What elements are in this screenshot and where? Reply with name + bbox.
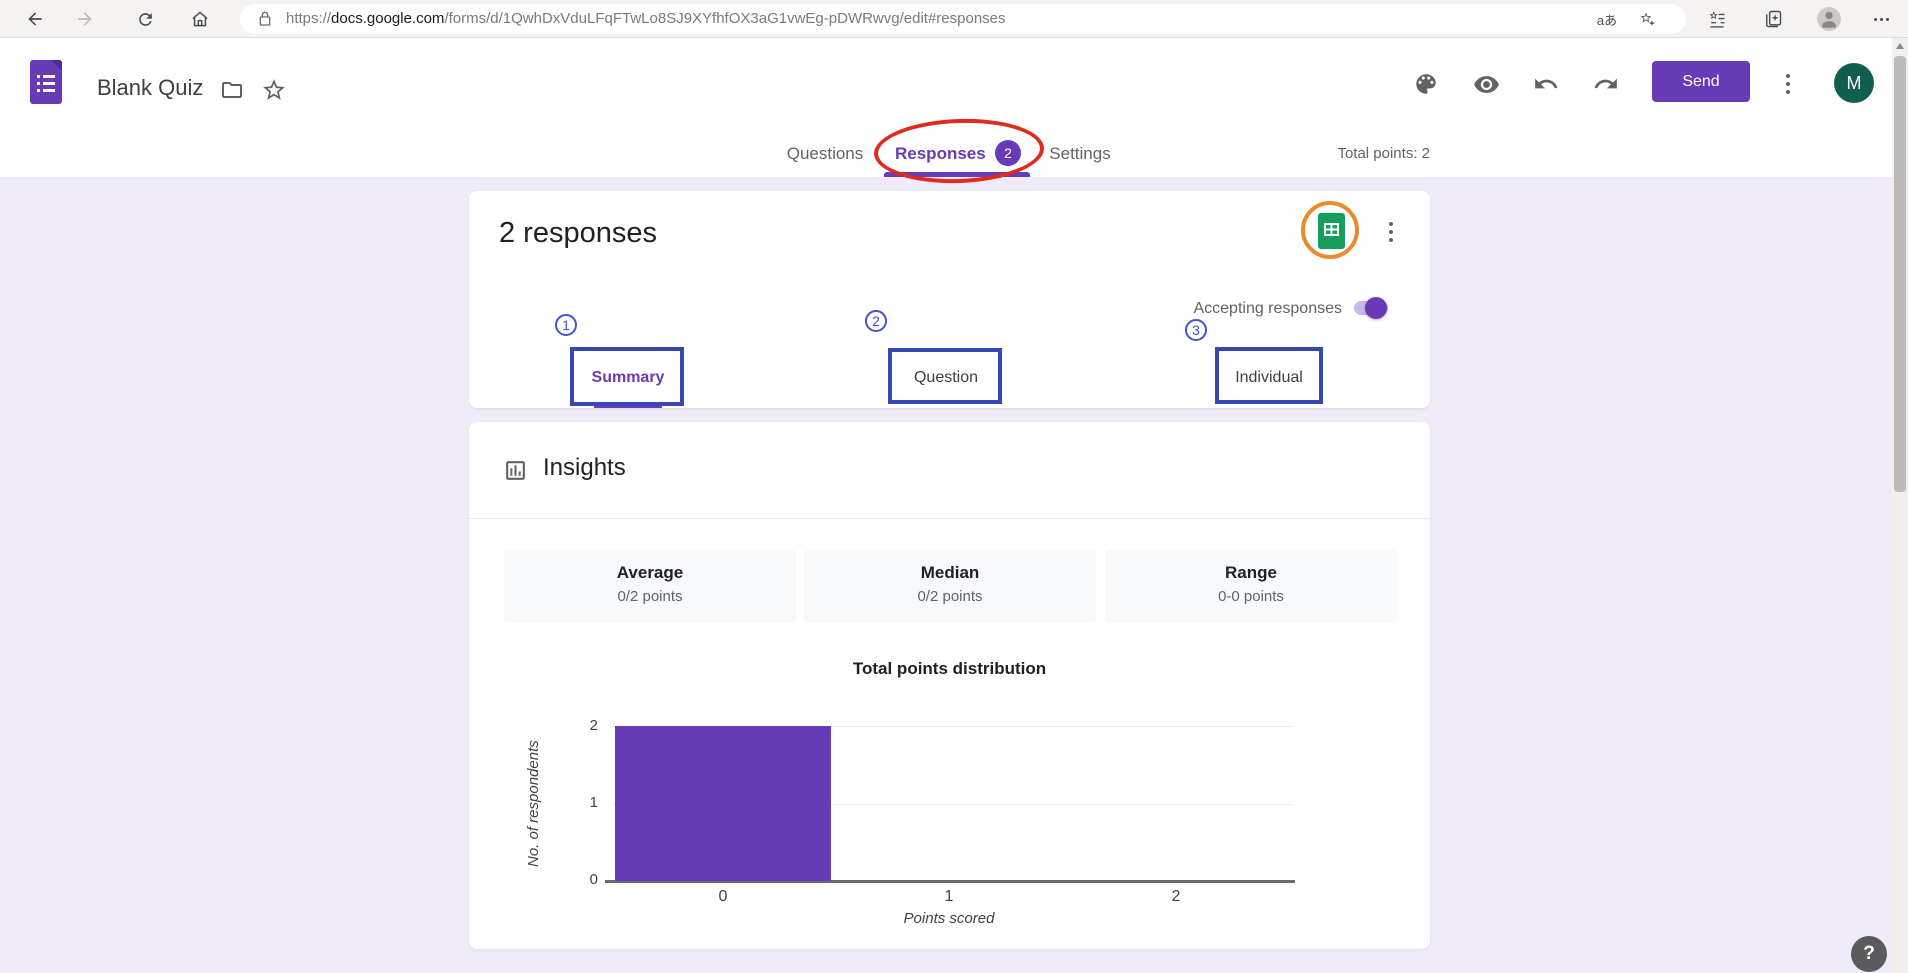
theme-palette-button[interactable] (1410, 68, 1442, 100)
insights-divider (469, 518, 1430, 519)
y-tick: 2 (554, 717, 598, 734)
stat-median: Median 0/2 points (804, 550, 1096, 623)
accepting-responses-label: Accepting responses (1100, 300, 1342, 318)
y-tick: 0 (554, 871, 598, 888)
form-title[interactable]: Blank Quiz (97, 75, 203, 101)
favorites-bar-icon[interactable] (1700, 2, 1734, 36)
view-tab-individual[interactable]: Individual (1219, 369, 1319, 387)
responses-count-badge: 2 (995, 140, 1021, 166)
browser-toolbar: https://docs.google.com/forms/d/1QwhDxVd… (0, 0, 1908, 38)
collections-icon[interactable] (1756, 2, 1790, 36)
tab-settings[interactable]: Settings (1043, 143, 1117, 165)
translate-icon[interactable]: aあ (1594, 8, 1620, 30)
chart-plot (613, 726, 1293, 881)
accepting-responses-toggle[interactable] (1354, 295, 1400, 321)
y-tick: 1 (554, 794, 598, 811)
tab-responses[interactable]: Responses (895, 143, 985, 165)
back-button[interactable] (18, 2, 52, 36)
forward-icon (75, 9, 95, 29)
browser-more-menu[interactable] (1864, 2, 1898, 36)
responses-card: 2 responses Accepting responses Summary … (469, 191, 1430, 408)
stat-range: Range 0-0 points (1105, 550, 1397, 623)
forms-logo[interactable] (30, 60, 62, 104)
url-bar[interactable]: https://docs.google.com/forms/d/1QwhDxVd… (240, 4, 1686, 34)
scrollbar[interactable] (1892, 38, 1908, 973)
url-domain: docs.google.com (331, 10, 444, 27)
chart-title: Total points distribution (469, 659, 1430, 679)
stat-average: Average 0/2 points (504, 550, 796, 623)
move-folder-icon[interactable] (216, 74, 248, 106)
redo-button[interactable] (1590, 68, 1622, 100)
chart-y-axis-label: No. of respondents (525, 726, 545, 881)
url-scheme: https:// (286, 10, 331, 27)
add-favorite-icon[interactable] (1634, 8, 1660, 30)
stat-value: 0/2 points (504, 588, 796, 605)
help-button[interactable]: ? (1851, 936, 1887, 972)
url-path: /forms/d/1QwhDxVduLFqFTwLo8SJ9XYfhfOX3aG… (444, 10, 1005, 27)
active-tab-underline (884, 172, 1030, 177)
header-more-menu[interactable] (1772, 68, 1804, 100)
chart-bar (615, 726, 831, 881)
profile-avatar[interactable] (1812, 2, 1846, 36)
responses-heading: 2 responses (499, 217, 657, 250)
home-icon (190, 9, 210, 29)
stat-value: 0/2 points (804, 588, 1096, 605)
sheets-icon (1318, 213, 1345, 249)
total-points-label: Total points: 2 (1310, 145, 1430, 162)
x-tick: 2 (1154, 888, 1198, 906)
stat-value: 0-0 points (1105, 588, 1397, 605)
x-tick: 1 (927, 888, 971, 906)
tab-questions[interactable]: Questions (778, 143, 872, 165)
summary-tab-underline (594, 402, 662, 408)
preview-eye-button[interactable] (1470, 68, 1502, 100)
insights-card: Insights Average 0/2 points Median 0/2 p… (469, 422, 1430, 949)
stat-label: Median (804, 563, 1096, 583)
send-button[interactable]: Send (1652, 61, 1750, 102)
stat-label: Range (1105, 563, 1397, 583)
forward-button[interactable] (68, 2, 102, 36)
view-tab-summary[interactable]: Summary (578, 369, 678, 387)
star-icon[interactable] (258, 74, 290, 106)
view-in-sheets-button[interactable] (1318, 213, 1345, 249)
x-tick: 0 (701, 888, 745, 906)
insights-chart-icon (503, 458, 528, 483)
lock-icon[interactable] (257, 11, 273, 27)
scrollbar-up-arrow[interactable] (1896, 43, 1904, 49)
view-tab-question[interactable]: Question (896, 369, 996, 387)
refresh-button[interactable] (128, 2, 162, 36)
back-icon (25, 9, 45, 29)
home-button[interactable] (183, 2, 217, 36)
scrollbar-thumb[interactable] (1894, 56, 1906, 492)
account-avatar[interactable]: M (1834, 63, 1874, 103)
url-text: https://docs.google.com/forms/d/1QwhDxVd… (286, 4, 1006, 34)
stat-label: Average (504, 563, 796, 583)
logo-fold (51, 60, 62, 71)
chart-x-axis-label: Points scored (849, 910, 1049, 927)
responses-more-menu[interactable] (1377, 214, 1405, 250)
refresh-icon (136, 10, 155, 29)
undo-button[interactable] (1530, 68, 1562, 100)
toggle-thumb (1365, 297, 1387, 319)
insights-title: Insights (543, 454, 626, 482)
